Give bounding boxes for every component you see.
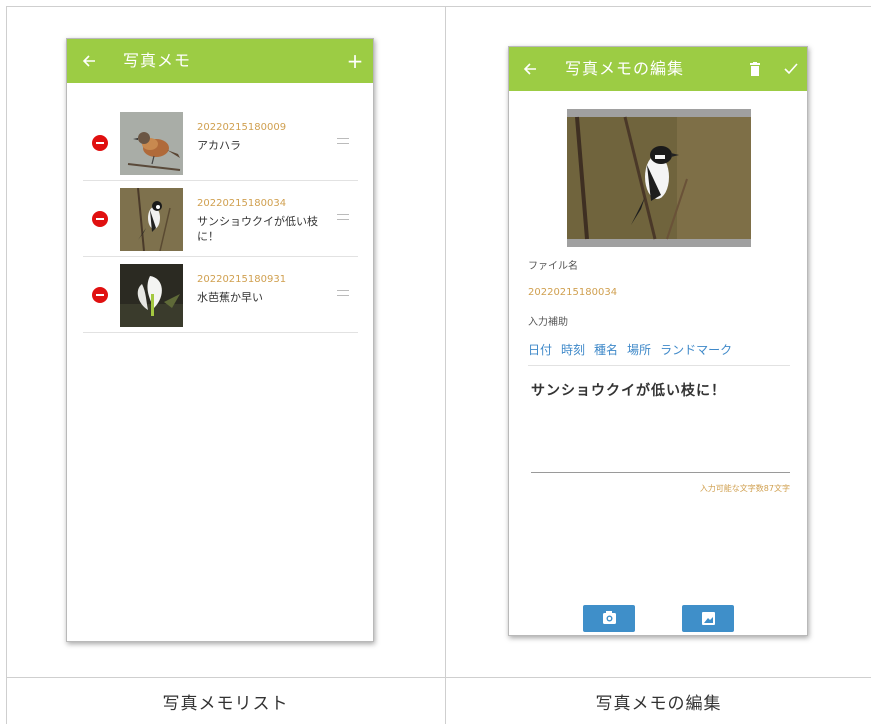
- thumbnail-akahara: [120, 112, 183, 175]
- table-divider-horizontal: [6, 677, 871, 678]
- caption-edit: 写真メモの編集: [595, 694, 722, 714]
- check-icon[interactable]: [779, 47, 803, 91]
- item-file-id: 20220215180931: [197, 274, 287, 285]
- thumbnail-mizubasho: [120, 264, 183, 327]
- table-divider-vertical: [445, 6, 446, 724]
- thumbnail-sanshoukui: [120, 188, 183, 251]
- gallery-button[interactable]: [682, 605, 734, 632]
- divider: [528, 365, 790, 366]
- filename-label: ファイル名: [528, 261, 578, 272]
- assist-landmark-button[interactable]: ランドマーク: [660, 343, 732, 357]
- item-memo: 水芭蕉か早い: [197, 291, 263, 304]
- item-file-id: 20220215180034: [197, 198, 287, 209]
- delete-minus-icon[interactable]: [92, 211, 108, 227]
- table-border-left: [6, 6, 7, 724]
- table-border-top: [6, 6, 871, 7]
- delete-minus-icon[interactable]: [92, 287, 108, 303]
- plus-icon[interactable]: +: [343, 39, 367, 83]
- edit-appbar: 写真メモの編集: [509, 47, 807, 91]
- edit-title: 写真メモの編集: [565, 59, 685, 78]
- list-title: 写真メモ: [123, 51, 192, 70]
- list-screen: 写真メモ + 20220215180009 アカハラ 2022021518003…: [66, 38, 374, 642]
- camera-button[interactable]: [583, 605, 635, 632]
- drag-handle-icon[interactable]: [337, 138, 349, 144]
- back-arrow-icon[interactable]: [518, 47, 542, 91]
- list-item[interactable]: 20220215180931 水芭蕉か早い: [83, 257, 358, 333]
- item-file-id: 20220215180009: [197, 122, 287, 133]
- list-item[interactable]: 20220215180009 アカハラ: [83, 105, 358, 181]
- caption-list: 写真メモリスト: [162, 694, 289, 714]
- camera-icon: [603, 611, 616, 624]
- list-item[interactable]: 20220215180034 サンショウクイが低い枝に！: [83, 181, 358, 257]
- drag-handle-icon[interactable]: [337, 290, 349, 296]
- item-memo: サンショウクイが低い枝に！: [197, 215, 318, 243]
- assist-place-button[interactable]: 場所: [627, 343, 651, 357]
- edit-screen: 写真メモの編集 ファイル名 20220215180034 入力補助 日付 時刻 種名…: [508, 46, 808, 636]
- filename-value: 20220215180034: [528, 287, 618, 298]
- assist-buttons: 日付 時刻 種名 場所 ランドマーク: [528, 341, 741, 358]
- trash-icon[interactable]: [743, 47, 767, 91]
- assist-date-button[interactable]: 日付: [528, 343, 552, 357]
- memo-photo: [567, 109, 751, 247]
- list-appbar: 写真メモ +: [67, 39, 373, 83]
- assist-species-button[interactable]: 種名: [594, 343, 618, 357]
- assist-time-button[interactable]: 時刻: [561, 343, 585, 357]
- item-memo: アカハラ: [197, 139, 241, 152]
- char-counter: 入力可能な文字数87文字: [699, 484, 790, 493]
- delete-minus-icon[interactable]: [92, 135, 108, 151]
- back-arrow-icon[interactable]: [77, 39, 101, 83]
- memo-underline: [531, 472, 790, 473]
- memo-textarea[interactable]: サンショウクイが低い枝に！: [531, 380, 726, 400]
- assist-label: 入力補助: [528, 317, 568, 328]
- gallery-icon: [702, 612, 715, 625]
- drag-handle-icon[interactable]: [337, 214, 349, 220]
